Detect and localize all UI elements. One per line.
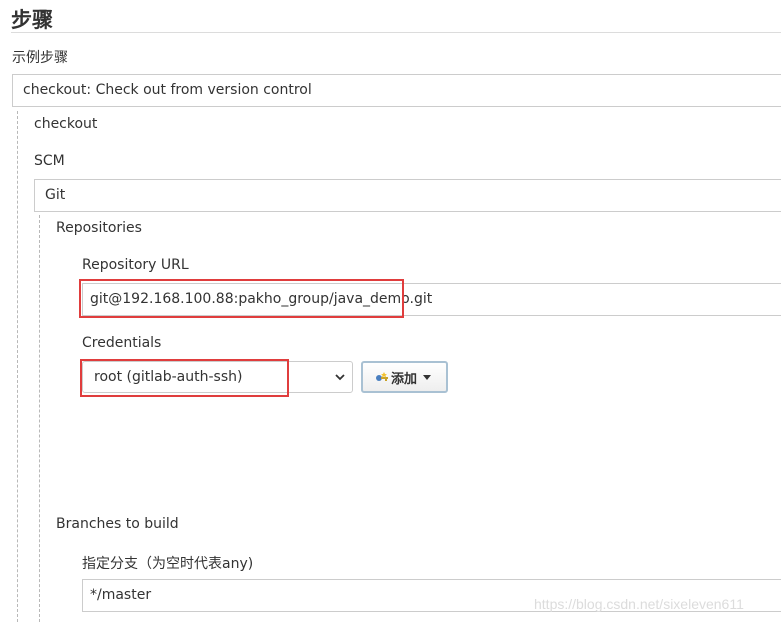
sample-step-select-value: checkout: Check out from version control [23,82,312,98]
caret-down-icon [423,374,432,380]
chevron-down-icon [335,374,345,381]
watermark-text: https://blog.csdn.net/sixeleven611 [534,596,744,612]
repositories-label: Repositories [56,220,142,236]
step-config-dashed-guide [17,111,18,622]
repository-url-value: git@192.168.100.88:pakho_group/java_demo… [90,291,433,307]
section-title: 步骤 [11,8,53,32]
add-credentials-button[interactable]: 添加 [361,361,448,393]
sample-step-select[interactable]: checkout: Check out from version control [12,74,781,107]
key-icon [376,372,388,381]
scm-select[interactable]: Git [34,179,781,212]
scm-select-value: Git [45,187,66,203]
scm-label: SCM [34,153,65,169]
repository-url-input[interactable]: git@192.168.100.88:pakho_group/java_demo… [82,283,781,316]
branch-specifier-label: 指定分支（为空时代表any) [82,556,254,572]
credentials-label: Credentials [82,335,162,351]
branches-label: Branches to build [56,516,179,532]
branch-specifier-value: */master [90,587,152,603]
sample-step-label: 示例步骤 [12,50,68,66]
add-credentials-label: 添加 [391,371,418,387]
section-divider [11,32,781,33]
repository-url-label: Repository URL [82,257,189,273]
scm-config-dashed-guide [39,215,40,622]
credentials-select[interactable]: root (gitlab-auth-ssh) [82,361,353,393]
checkout-label: checkout [34,116,98,132]
credentials-select-value: root (gitlab-auth-ssh) [94,369,243,385]
